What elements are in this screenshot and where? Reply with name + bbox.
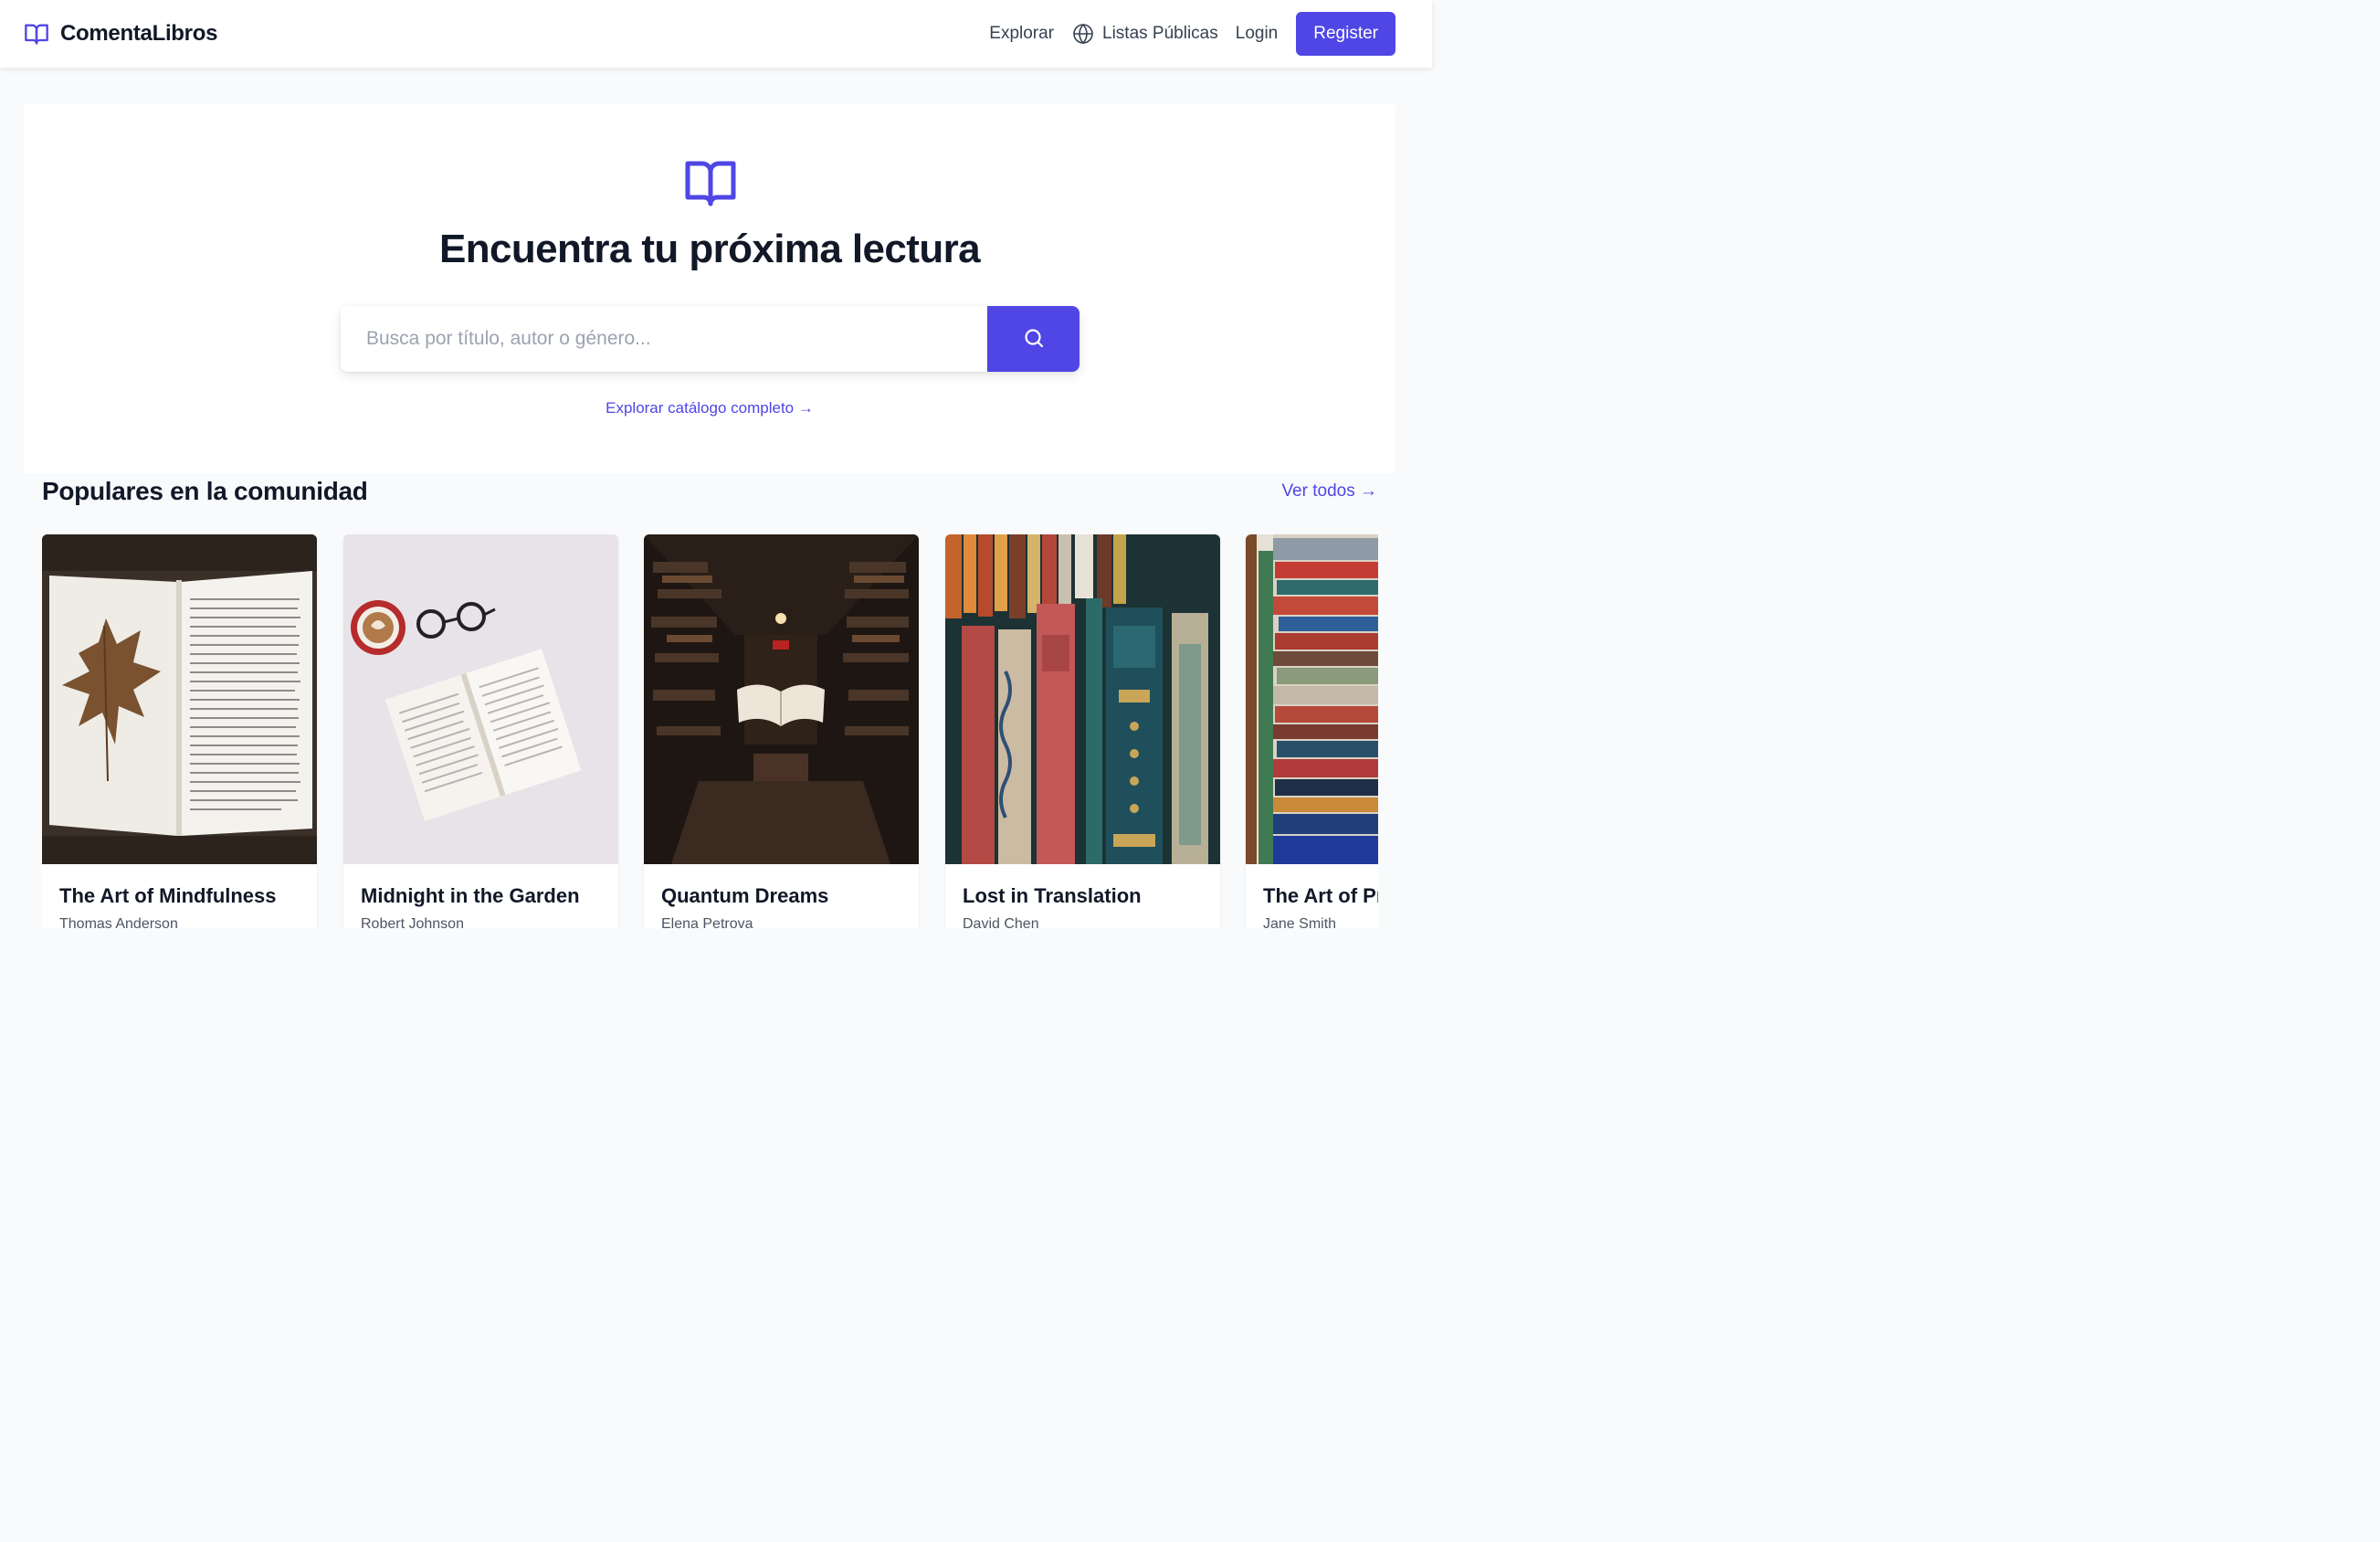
- search-button[interactable]: [987, 306, 1079, 372]
- nav-public-lists-link[interactable]: Listas Públicas: [1072, 23, 1218, 45]
- search-icon: [1023, 327, 1045, 352]
- book-card[interactable]: Midnight in the Garden Robert Johnson: [343, 534, 618, 928]
- brand-name: ComentaLibros: [60, 21, 218, 46]
- book-author: Elena Petrova: [661, 916, 753, 928]
- nav-explore-link[interactable]: Explorar: [989, 24, 1054, 44]
- popular-section-header: Populares en la comunidad Ver todos →: [42, 475, 1377, 508]
- book-cover-image: [644, 534, 919, 864]
- search-bar: [341, 306, 1079, 372]
- book-title: Lost in Translation: [963, 884, 1142, 907]
- book-cover-image: [1246, 534, 1378, 864]
- nav-links: Explorar Listas Públicas Login Register: [989, 12, 1395, 56]
- nav-public-lists-label: Listas Públicas: [1102, 24, 1218, 43]
- explore-catalog-link[interactable]: Explorar catálogo completo →: [24, 399, 1395, 417]
- book-card[interactable]: The Art of Pr Jane Smith: [1246, 534, 1378, 928]
- top-navbar: ComentaLibros Explorar Listas Públicas L…: [0, 0, 1432, 68]
- book-cover-image: [343, 534, 618, 864]
- book-author: David Chen: [963, 916, 1039, 928]
- book-title: Midnight in the Garden: [361, 884, 580, 907]
- see-all-link[interactable]: Ver todos →: [1281, 481, 1377, 502]
- book-author: Thomas Anderson: [59, 916, 178, 928]
- nav-login-link[interactable]: Login: [1236, 24, 1279, 44]
- book-open-icon: [24, 21, 49, 47]
- book-card[interactable]: The Art of Mindfulness Thomas Anderson: [42, 534, 317, 928]
- book-title: The Art of Pr: [1263, 884, 1378, 907]
- globe-icon: [1072, 23, 1094, 45]
- book-card[interactable]: Quantum Dreams Elena Petrova: [644, 534, 919, 928]
- register-button[interactable]: Register: [1296, 12, 1395, 56]
- hero-section: Encuentra tu próxima lectura Explorar ca…: [24, 104, 1395, 473]
- book-cover-image: [42, 534, 317, 864]
- book-cover-image: [945, 534, 1220, 864]
- book-title: Quantum Dreams: [661, 884, 829, 907]
- section-title: Populares en la comunidad: [42, 477, 368, 505]
- book-author: Robert Johnson: [361, 916, 464, 928]
- search-input[interactable]: [341, 306, 987, 372]
- book-open-icon: [684, 159, 737, 206]
- hero-title: Encuentra tu próxima lectura: [438, 227, 981, 271]
- book-author: Jane Smith: [1263, 916, 1337, 928]
- brand-logo[interactable]: ComentaLibros: [24, 21, 217, 47]
- book-title: The Art of Mindfulness: [59, 884, 277, 907]
- book-carousel: The Art of Mindfulness Thomas Anderson M…: [42, 534, 1378, 928]
- book-card[interactable]: Lost in Translation David Chen: [945, 534, 1220, 928]
